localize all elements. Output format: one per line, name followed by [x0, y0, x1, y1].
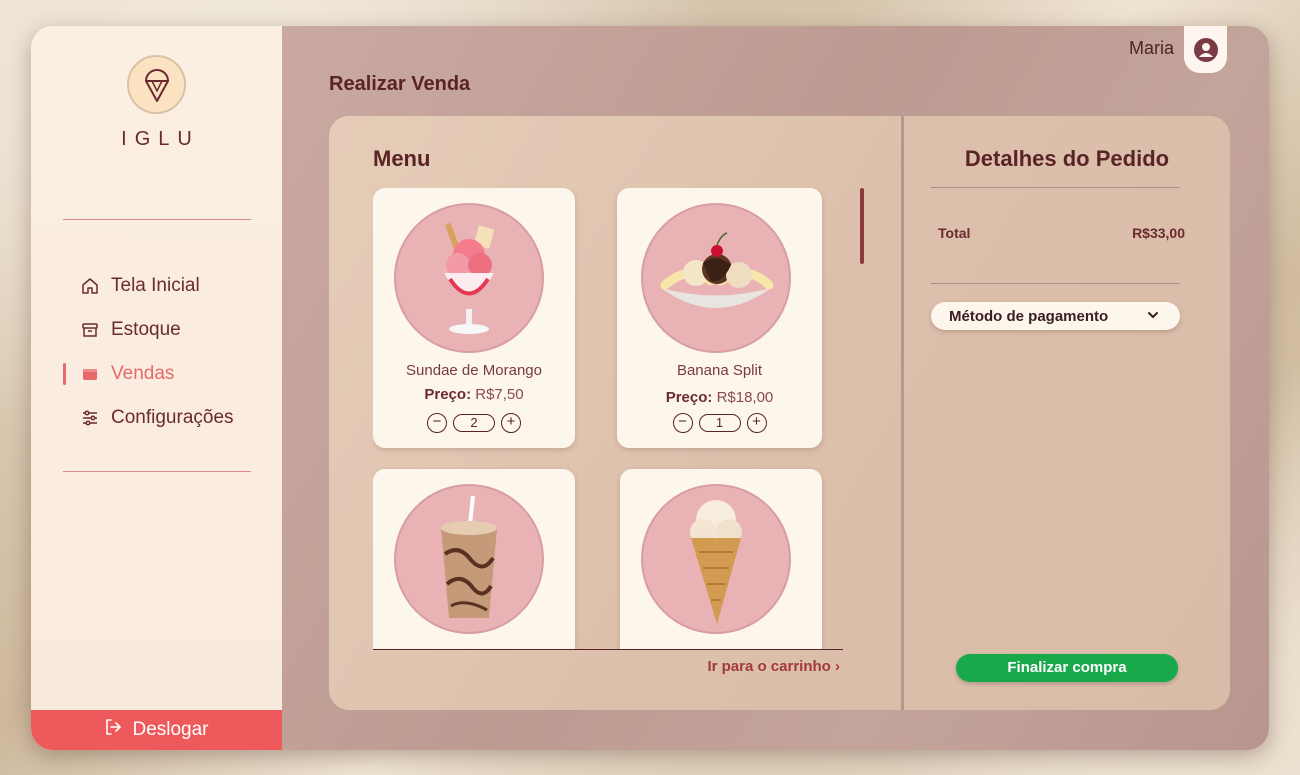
order-details-title: Detalhes do Pedido — [964, 146, 1170, 171]
wallet-icon — [81, 365, 99, 383]
logout-icon — [104, 718, 122, 742]
page-title: Realizar Venda — [329, 73, 471, 95]
order-details: Detalhes do Pedido Total R$33,00 Método … — [904, 116, 1230, 710]
quantity-field[interactable]: 2 — [453, 414, 495, 432]
product-name: Sundae de Morango — [406, 362, 542, 379]
sidebar-item-label: Configurações — [111, 407, 234, 428]
user-avatar-icon — [1193, 37, 1218, 62]
menu-card-cone[interactable] — [620, 469, 822, 649]
sidebar-item-label: Tela Inicial — [111, 275, 200, 296]
price-label: Preço: — [424, 386, 472, 403]
product-image-milkshake — [394, 484, 544, 634]
brand-name: IGLU — [121, 128, 200, 150]
logout-label: Deslogar — [132, 719, 209, 740]
sidebar-item-configuracoes[interactable]: Configurações — [31, 396, 282, 440]
product-image-banana-split — [641, 203, 791, 353]
payment-method-label: Método de pagamento — [949, 307, 1109, 325]
sidebar-nav: Tela Inicial Estoque Vendas Configuraçõe… — [31, 264, 282, 440]
total-value: R$33,00 — [1132, 225, 1185, 241]
menu-card-sundae[interactable]: Sundae de Morango Preço: R$7,50 − 2 + — [373, 188, 575, 448]
product-name: Banana Split — [676, 362, 763, 379]
increase-quantity-button[interactable]: + — [746, 413, 767, 433]
price-value: R$18,00 — [716, 389, 774, 406]
avatar[interactable] — [1184, 26, 1227, 73]
product-price: Preço: R$7,50 — [373, 386, 575, 403]
quantity-stepper: − 1 + — [617, 413, 822, 433]
main-content: Maria Realizar Venda Menu Sundae de Mora… — [282, 26, 1269, 750]
finish-purchase-button[interactable]: Finalizar compra — [956, 654, 1178, 682]
menu-section: Menu Sundae de Morango Preço: R$7,50 − 2… — [329, 116, 904, 710]
menu-title: Menu — [373, 146, 431, 171]
chevron-down-icon — [1146, 308, 1160, 326]
price-label: Preço: — [665, 389, 713, 406]
order-divider-bottom — [931, 283, 1180, 284]
menu-grid[interactable]: Sundae de Morango Preço: R$7,50 − 2 + Ba… — [373, 188, 843, 649]
increase-quantity-button[interactable]: + — [501, 413, 521, 433]
menu-card-banana-split[interactable]: Banana Split Preço: R$18,00 − 1 + — [617, 188, 822, 448]
sidebar: IGLU Tela Inicial Estoque Vendas Configu… — [31, 26, 282, 750]
sidebar-divider-top — [63, 219, 251, 220]
decrease-quantity-button[interactable]: − — [672, 413, 693, 433]
order-divider-top — [931, 187, 1180, 188]
user-name: Maria — [1128, 38, 1174, 58]
total-label: Total — [938, 225, 971, 241]
sidebar-item-estoque[interactable]: Estoque — [31, 308, 282, 352]
product-image-cone — [641, 484, 791, 634]
sidebar-divider-bottom — [63, 471, 251, 472]
archive-icon — [81, 321, 99, 339]
quantity-field[interactable]: 1 — [698, 414, 741, 432]
product-price: Preço: R$18,00 — [617, 389, 822, 406]
payment-method-select[interactable]: Método de pagamento — [931, 302, 1180, 330]
go-to-cart-link[interactable]: Ir para o carrinho › — [707, 658, 840, 675]
sidebar-item-label: Vendas — [111, 363, 175, 384]
sidebar-item-label: Estoque — [111, 319, 181, 340]
sidebar-item-vendas[interactable]: Vendas — [31, 352, 282, 396]
logo-ice-cream-cone-icon — [127, 55, 186, 114]
home-icon — [81, 277, 99, 295]
quantity-stepper: − 2 + — [373, 413, 575, 433]
decrease-quantity-button[interactable]: − — [427, 413, 447, 433]
user-menu[interactable]: Maria — [1129, 26, 1227, 73]
price-value: R$7,50 — [475, 386, 524, 403]
app-window: IGLU Tela Inicial Estoque Vendas Configu… — [31, 26, 1269, 750]
sale-panel: Menu Sundae de Morango Preço: R$7,50 − 2… — [329, 116, 1230, 710]
product-image-sundae — [394, 203, 544, 353]
sliders-icon — [81, 409, 99, 427]
menu-scrollbar[interactable] — [860, 188, 864, 264]
menu-card-milkshake[interactable] — [373, 469, 575, 649]
sidebar-item-tela-inicial[interactable]: Tela Inicial — [31, 264, 282, 308]
menu-bottom-divider — [373, 649, 843, 650]
logout-button[interactable]: Deslogar — [31, 710, 282, 750]
